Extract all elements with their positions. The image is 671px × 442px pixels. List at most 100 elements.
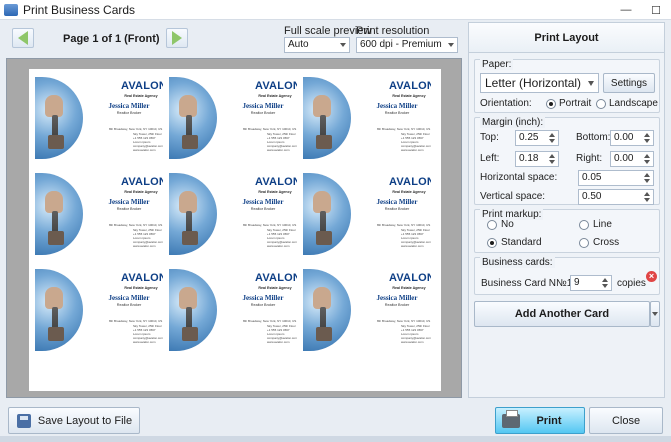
- business-cards-group: Business cards: Business Card N№1 9 copi…: [474, 257, 660, 295]
- left-margin-input[interactable]: 0.18: [515, 151, 559, 167]
- business-card-preview: AVALON Real Estate Agency Jessica Miller Re…: [35, 265, 163, 353]
- card-tagline: Real Estate Agency: [392, 190, 426, 194]
- card-name: Jessica Miller: [376, 198, 418, 206]
- bottom-margin-input[interactable]: 0.00: [610, 130, 654, 146]
- chevron-down-icon: [652, 312, 658, 316]
- remove-card-icon[interactable]: ×: [646, 271, 657, 282]
- card-logo: AVALON: [389, 272, 431, 284]
- paper-select[interactable]: Letter (Horizontal): [480, 73, 599, 93]
- portrait-radio[interactable]: [546, 99, 556, 109]
- chevron-down-icon: [448, 43, 454, 47]
- markup-no-radio[interactable]: [487, 220, 497, 230]
- card-role: Realtor Broker: [384, 111, 410, 115]
- left-label: Left:: [480, 153, 500, 164]
- card-logo: AVALON: [389, 80, 431, 92]
- card-tagline: Real Estate Agency: [392, 286, 426, 290]
- house-keys-icon: [316, 135, 332, 149]
- top-margin-input[interactable]: 0.25: [515, 130, 559, 146]
- minimize-button[interactable]: —: [611, 0, 641, 20]
- right-margin-input[interactable]: 0.00: [610, 151, 654, 167]
- card-detail-line: 8th Broadway, New York, NY 10010, US: [243, 319, 297, 323]
- chevron-down-icon: [588, 81, 594, 86]
- house-keys-icon: [182, 231, 198, 245]
- add-card-dropdown[interactable]: [650, 301, 660, 327]
- card-name: Jessica Miller: [376, 294, 418, 302]
- card-detail-line: www.avalon.com: [267, 148, 290, 152]
- full-scale-select[interactable]: Auto: [284, 37, 350, 53]
- card-tagline: Real Estate Agency: [124, 286, 158, 290]
- top-margin-value: 0.25: [519, 132, 539, 143]
- card-name: Jessica Miller: [242, 198, 284, 206]
- app-icon: [4, 3, 18, 16]
- print-button[interactable]: Print: [495, 407, 585, 434]
- card-detail-line: www.avalon.com: [267, 244, 290, 248]
- margin-title: Margin (inch):: [480, 117, 546, 128]
- print-preview: AVALON Real Estate Agency Jessica Miller Re…: [6, 58, 462, 398]
- markup-cross-radio[interactable]: [579, 238, 589, 248]
- business-card-preview: AVALON Real Estate Agency Jessica Miller Re…: [169, 73, 297, 161]
- resolution-value: 600 dpi - Premium: [360, 39, 442, 50]
- settings-button[interactable]: Settings: [603, 73, 655, 93]
- left-margin-value: 0.18: [519, 153, 539, 164]
- horizontal-space-label: Horizontal space:: [480, 172, 558, 183]
- card-role: Realtor Broker: [384, 303, 410, 307]
- arrow-left-icon: [18, 31, 28, 45]
- card-role: Realtor Broker: [116, 207, 142, 211]
- card-name: Jessica Miller: [376, 102, 418, 110]
- card-tagline: Real Estate Agency: [258, 94, 292, 98]
- close-button[interactable]: Close: [589, 407, 663, 434]
- horizontal-space-value: 0.05: [582, 172, 602, 183]
- card-detail-line: www.avalon.com: [401, 148, 424, 152]
- card-detail-line: 8th Broadway, New York, NY 10010, US: [109, 223, 163, 227]
- save-layout-button[interactable]: Save Layout to File: [8, 407, 140, 434]
- previous-page-button[interactable]: [12, 28, 34, 48]
- card-detail-line: 8th Broadway, New York, NY 10010, US: [243, 223, 297, 227]
- card-tagline: Real Estate Agency: [258, 286, 292, 290]
- card-logo: AVALON: [255, 176, 297, 188]
- card-detail-line: www.avalon.com: [401, 244, 424, 248]
- chevron-down-icon: [340, 43, 346, 47]
- panel-title: Print Layout: [469, 23, 664, 53]
- card-logo: AVALON: [121, 272, 163, 284]
- markup-standard-radio[interactable]: [487, 238, 497, 248]
- card-logo: AVALON: [121, 80, 163, 92]
- add-another-card-button[interactable]: Add Another Card: [474, 301, 650, 327]
- card-role: Realtor Broker: [384, 207, 410, 211]
- cards-title: Business cards:: [480, 257, 555, 268]
- copies-value: 9: [574, 277, 580, 288]
- card-logo: AVALON: [121, 176, 163, 188]
- business-card-preview: AVALON Real Estate Agency Jessica Miller Re…: [303, 73, 431, 161]
- right-label: Right:: [576, 153, 603, 164]
- card-detail-line: 8th Broadway, New York, NY 10010, US: [377, 127, 431, 131]
- house-keys-icon: [48, 231, 64, 245]
- next-page-button[interactable]: [166, 28, 188, 48]
- maximize-button[interactable]: ☐: [641, 0, 671, 20]
- business-card-preview: AVALON Real Estate Agency Jessica Miller Re…: [35, 73, 163, 161]
- bottom-label: Bottom:: [576, 132, 611, 143]
- window-title: Print Business Cards: [23, 2, 136, 17]
- business-card-preview: AVALON Real Estate Agency Jessica Miller Re…: [303, 169, 431, 257]
- markup-cross-label: Cross: [593, 237, 620, 248]
- card-tagline: Real Estate Agency: [258, 190, 292, 194]
- full-scale-value: Auto: [288, 39, 309, 50]
- top-label: Top:: [480, 132, 499, 143]
- copies-input[interactable]: 9: [570, 275, 612, 291]
- card-item-label: Business Card N№1: [481, 278, 573, 289]
- card-detail-line: 8th Broadway, New York, NY 10010, US: [377, 223, 431, 227]
- vertical-space-input[interactable]: 0.50: [578, 189, 654, 205]
- markup-line-radio[interactable]: [579, 220, 589, 230]
- card-role: Realtor Broker: [116, 111, 142, 115]
- resolution-select[interactable]: 600 dpi - Premium: [356, 37, 458, 53]
- card-detail-line: www.avalon.com: [133, 244, 156, 248]
- card-logo: AVALON: [255, 80, 297, 92]
- landscape-radio[interactable]: [596, 99, 606, 109]
- save-layout-label: Save Layout to File: [37, 414, 133, 427]
- vertical-space-value: 0.50: [582, 191, 602, 202]
- card-name: Jessica Miller: [108, 294, 150, 302]
- status-bar: [0, 436, 671, 442]
- print-markup-group: Print markup: No Line Standard Cross: [474, 209, 660, 253]
- bottom-margin-value: 0.00: [614, 132, 634, 143]
- house-keys-icon: [182, 327, 198, 341]
- horizontal-space-input[interactable]: 0.05: [578, 170, 654, 186]
- save-disk-icon: [17, 414, 31, 428]
